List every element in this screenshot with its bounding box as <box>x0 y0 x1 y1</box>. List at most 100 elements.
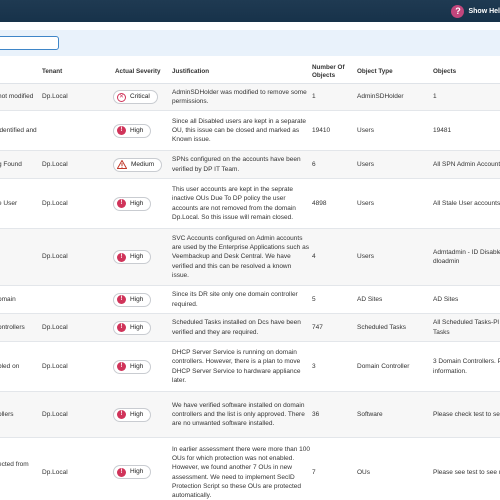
table-header: Tenant Actual Severity Justification Num… <box>0 60 500 84</box>
row-severity-cell: Medium <box>113 151 171 178</box>
row-justification: AdminSDHolder was modified to remove som… <box>172 88 307 105</box>
row-name: ontrollers <box>0 323 25 331</box>
row-severity-cell: ! High <box>113 314 171 341</box>
row-tenant: Dp.Local <box>42 469 68 476</box>
row-justification: SPNs configured on the accounts have bee… <box>172 156 301 173</box>
severity-label: Medium <box>131 160 155 168</box>
row-object-type: Scheduled Tasks <box>357 323 407 331</box>
row-object-type: Users <box>357 126 374 134</box>
severity-badge: ! High <box>113 407 152 422</box>
row-object-count: 36 <box>312 410 320 418</box>
exclamation-circle-icon: ! <box>117 126 126 135</box>
column-header-severity[interactable]: Actual Severity <box>115 60 173 84</box>
row-object-type: Users <box>357 253 374 261</box>
exclamation-circle-icon: ! <box>117 410 126 419</box>
table-row[interactable]: e User Dp.Local ! High This user accounts… <box>0 179 500 229</box>
row-severity-cell: ! High <box>113 342 171 391</box>
row-name: bled on <box>0 362 20 370</box>
severity-badge: ! High <box>113 359 152 374</box>
row-object-count: 7 <box>312 469 316 476</box>
row-object-count: 19410 <box>312 126 331 134</box>
severity-badge: ! High <box>113 292 152 307</box>
severity-label: High <box>130 410 144 418</box>
severity-badge: ! High <box>113 320 152 335</box>
column-header-number-of-objects-line2: Objects <box>312 72 336 79</box>
row-severity-cell: ! High <box>113 286 171 313</box>
table-row[interactable]: ollers Dp.Local ! High We have verified s… <box>0 392 500 438</box>
row-name: g Found <box>0 160 22 168</box>
row-object-count: 3 <box>312 362 316 370</box>
severity-label: High <box>130 126 144 134</box>
row-severity-cell: ! High <box>113 392 171 437</box>
row-tenant: Dp.Local <box>42 323 68 331</box>
severity-label: Critical <box>130 93 150 101</box>
column-header-number-of-objects-line1: Number Of <box>312 64 345 72</box>
row-objects: All Stale User accounts <box>433 199 500 207</box>
column-header-number-of-objects[interactable]: Number Of Objects <box>312 60 356 84</box>
table-row[interactable]: ected from Dp.Local ! High In earlier ass… <box>0 438 500 500</box>
severity-label: High <box>130 199 144 207</box>
filter-bar <box>0 30 500 56</box>
show-help-label: Show Hel <box>468 7 500 15</box>
close-circle-icon: ✕ <box>117 92 126 102</box>
row-name: not modified <box>0 93 34 101</box>
row-severity-cell: ✕ Critical <box>113 84 171 110</box>
row-severity-cell: ! High <box>113 111 171 150</box>
exclamation-circle-icon: ! <box>117 252 126 262</box>
table-row[interactable]: Dp.Local ! High SVC Accounts configured o… <box>0 229 500 286</box>
row-objects: 19481 <box>433 126 452 134</box>
sub-bar <box>0 22 500 30</box>
warning-triangle-icon <box>117 160 127 169</box>
row-objects: All SPN Admin Accounts <box>433 160 500 168</box>
question-circle-icon: ? <box>451 4 465 18</box>
row-severity-cell: ! High <box>113 229 171 285</box>
column-header-tenant[interactable]: Tenant <box>42 60 110 84</box>
row-object-type: Users <box>357 199 374 207</box>
table-row[interactable]: bled on Dp.Local ! High DHCP Server Servi… <box>0 342 500 392</box>
row-object-type: Users <box>357 160 374 168</box>
severity-label: High <box>130 295 144 303</box>
exclamation-circle-icon: ! <box>117 362 126 371</box>
row-tenant <box>42 286 110 313</box>
row-object-count: 5 <box>312 295 316 303</box>
row-tenant <box>42 111 110 150</box>
severity-badge: ✕ Critical <box>113 90 158 104</box>
row-tenant: Dp.Local <box>42 362 68 370</box>
severity-badge: ! High <box>113 196 152 211</box>
column-header-objects[interactable]: Objects <box>433 60 500 84</box>
row-object-count: 6 <box>312 160 316 168</box>
severity-badge: Medium <box>113 157 163 172</box>
row-tenant: Dp.Local <box>42 410 68 418</box>
table-row[interactable]: not modified Dp.Local ✕ Critical AdminSDH… <box>0 84 500 111</box>
row-justification: DHCP Server Service is running on domain… <box>172 349 301 384</box>
row-objects: 3 Domain Controllers. P information. <box>433 358 500 375</box>
exclamation-circle-icon: ! <box>117 467 126 477</box>
column-header-object-type[interactable]: Object Type <box>357 60 432 84</box>
search-input[interactable] <box>0 36 59 50</box>
column-header-name[interactable] <box>0 60 40 84</box>
row-tenant: Dp.Local <box>42 93 68 101</box>
row-name: ollers <box>0 410 14 418</box>
row-justification: Scheduled Tasks installed on Dcs have be… <box>172 319 301 336</box>
column-header-justification[interactable]: Justification <box>172 60 310 84</box>
exclamation-circle-icon: ! <box>117 295 126 304</box>
row-object-type: AdminSDHolder <box>357 93 404 101</box>
severity-badge: ! High <box>113 465 152 479</box>
row-severity-cell: ! High <box>113 179 171 228</box>
show-help-button[interactable]: ? Show Hel <box>451 2 500 20</box>
row-name: omain <box>0 295 16 303</box>
row-objects: Please check test to se <box>433 410 500 418</box>
severity-label: High <box>130 323 144 331</box>
row-justification: Since its DR site only one domain contro… <box>172 291 298 308</box>
row-tenant: Dp.Local <box>42 160 68 168</box>
table-row[interactable]: g Found Dp.Local Medium SPNs configured … <box>0 151 500 179</box>
row-justification: SVC Accounts configured on Admin account… <box>172 234 309 279</box>
row-name <box>0 229 40 285</box>
row-justification: In earlier assessment there were more th… <box>172 446 311 500</box>
row-tenant: Dp.Local <box>42 199 68 207</box>
table-row[interactable]: omain ! High Since its DR site only one d… <box>0 286 500 314</box>
exclamation-circle-icon: ! <box>117 323 126 332</box>
table-row[interactable]: identified and ! High Since all Disabled … <box>0 111 500 151</box>
table-row[interactable]: ontrollers Dp.Local ! High Scheduled Task… <box>0 314 500 342</box>
row-justification: This user accounts are kept in the sepra… <box>172 186 296 221</box>
